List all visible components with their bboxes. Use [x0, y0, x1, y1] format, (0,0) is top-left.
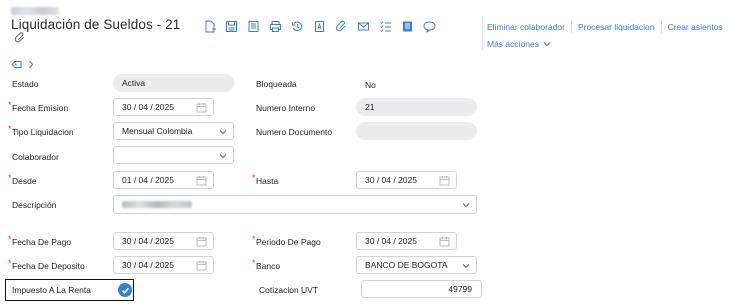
- impuesto-renta-label: Impuesto A La Renta: [12, 285, 91, 295]
- numero-documento-field: [356, 122, 477, 140]
- banco-label: Banco: [252, 258, 280, 271]
- bloqueada-value: No: [365, 80, 376, 90]
- chevron-down-icon: [543, 42, 551, 47]
- record-toolbar: [198, 18, 440, 34]
- desde-value: 01 / 04 / 2025: [122, 175, 174, 185]
- new-document-icon[interactable]: [198, 18, 220, 34]
- history-icon[interactable]: [286, 18, 308, 34]
- numero-interno-field: 21: [356, 98, 477, 116]
- descripcion-label: Descripción: [12, 200, 57, 210]
- fecha-emision-value: 30 / 04 / 2025: [122, 102, 174, 112]
- calendar-icon[interactable]: [439, 175, 450, 186]
- fecha-emision-label: Fecha Emision: [8, 100, 68, 113]
- header-divider: [482, 16, 483, 50]
- bloqueada-label: Bloqueada: [256, 79, 297, 89]
- descripcion-value-blurred: [122, 201, 192, 208]
- checklist-icon[interactable]: [374, 18, 396, 34]
- tag-row: [11, 60, 34, 69]
- calendar-icon[interactable]: [196, 175, 207, 186]
- banco-value: BANCO DE BOGOTA: [365, 260, 448, 270]
- chevron-down-icon: [219, 154, 227, 159]
- descripcion-select[interactable]: [113, 195, 477, 214]
- fecha-pago-input[interactable]: 30 / 04 / 2025: [113, 232, 214, 250]
- fecha-deposito-label: Fecha De Deposito: [8, 258, 85, 271]
- fecha-emision-input[interactable]: 30 / 04 / 2025: [113, 98, 214, 116]
- divider: [570, 21, 572, 33]
- fecha-deposito-value: 30 / 04 / 2025: [122, 260, 174, 270]
- tipo-liquidacion-select[interactable]: Mensual Colombia: [113, 122, 234, 140]
- numero-interno-label: Numero Interno: [256, 103, 316, 113]
- hasta-input[interactable]: 30 / 04 / 2025: [356, 171, 457, 189]
- hasta-value: 30 / 04 / 2025: [365, 175, 417, 185]
- mas-acciones-dropdown[interactable]: Más acciones: [487, 39, 551, 49]
- calendar-icon[interactable]: [196, 236, 207, 247]
- fecha-pago-value: 30 / 04 / 2025: [122, 236, 174, 246]
- documents-icon[interactable]: [242, 18, 264, 34]
- estado-value: Activa: [122, 78, 146, 88]
- chevron-down-icon: [219, 130, 227, 135]
- tipo-liquidacion-label: Tipo Liquidacion: [8, 124, 74, 137]
- crear-asientos-link[interactable]: Crear asientos: [668, 22, 723, 32]
- colaborador-select[interactable]: [113, 146, 234, 164]
- colaborador-label: Colaborador: [12, 152, 59, 162]
- header-actions: Eliminar colaborador Procesar liquidacio…: [487, 21, 723, 33]
- numero-interno-value: 21: [365, 102, 375, 112]
- periodo-pago-input[interactable]: 30 / 04 / 2025: [356, 232, 457, 250]
- periodo-pago-value: 30 / 04 / 2025: [365, 236, 417, 246]
- notes-icon[interactable]: [396, 18, 418, 34]
- page-title: Liquidación de Sueldos - 21: [11, 17, 181, 32]
- comment-icon[interactable]: [418, 18, 440, 34]
- banco-select[interactable]: BANCO DE BOGOTA: [356, 256, 477, 274]
- attach-icon[interactable]: [330, 18, 352, 34]
- email-icon[interactable]: [352, 18, 374, 34]
- breadcrumb-blurred: [11, 7, 59, 15]
- desde-input[interactable]: 01 / 04 / 2025: [113, 171, 214, 189]
- estado-field: Activa: [113, 74, 234, 92]
- tipo-liquidacion-value: Mensual Colombia: [122, 126, 193, 136]
- numero-documento-label: Numero Documento: [256, 127, 333, 137]
- print-icon[interactable]: [264, 18, 286, 34]
- calendar-icon[interactable]: [196, 260, 207, 271]
- estado-label: Estado: [12, 79, 39, 89]
- chevron-right-icon[interactable]: [28, 60, 34, 69]
- periodo-pago-label: Periodo De Pago: [252, 234, 321, 247]
- checkmark-icon: [121, 287, 129, 294]
- eliminar-colaborador-link[interactable]: Eliminar colaborador: [487, 22, 565, 32]
- cotizacion-uvt-value: 49799: [448, 284, 472, 294]
- calendar-icon[interactable]: [439, 236, 450, 247]
- cotizacion-uvt-label: Cotizacion UVT: [259, 285, 319, 295]
- divider: [660, 21, 662, 33]
- cotizacion-uvt-input[interactable]: 49799: [361, 280, 482, 298]
- impuesto-renta-row: Impuesto A La Renta: [5, 279, 134, 301]
- text-document-icon[interactable]: [308, 18, 330, 34]
- tag-icon[interactable]: [11, 60, 22, 69]
- chevron-down-icon: [462, 264, 470, 269]
- mas-acciones-label: Más acciones: [487, 39, 539, 49]
- desde-label: Desde: [8, 173, 37, 186]
- impuesto-renta-checkbox[interactable]: [118, 283, 132, 297]
- save-icon[interactable]: [220, 18, 242, 34]
- fecha-deposito-input[interactable]: 30 / 04 / 2025: [113, 256, 214, 274]
- procesar-liquidacion-link[interactable]: Procesar liquidacion: [578, 22, 655, 32]
- chevron-down-icon: [462, 203, 470, 208]
- calendar-icon[interactable]: [196, 102, 207, 113]
- fecha-pago-label: Fecha De Pago: [8, 234, 71, 247]
- attachment-link-icon[interactable]: [14, 32, 26, 44]
- hasta-label: Hasta: [252, 173, 278, 186]
